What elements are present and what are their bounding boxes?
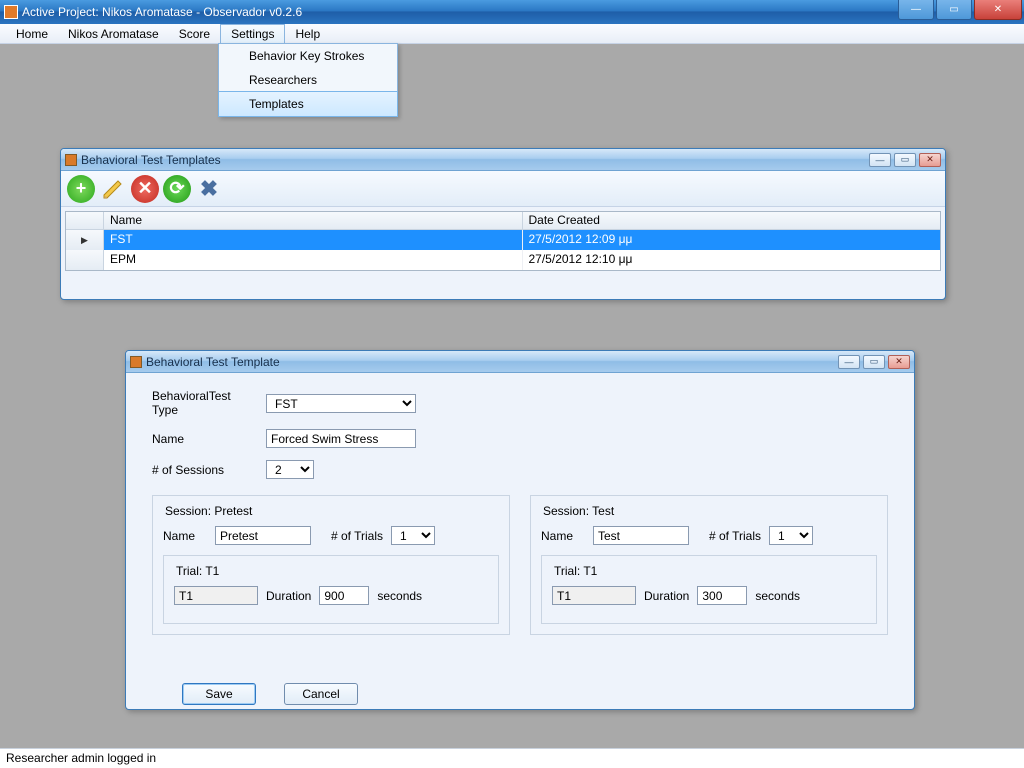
- label-s1-duration: Duration: [266, 589, 311, 603]
- s1-name-input[interactable]: [215, 526, 311, 545]
- s2-trial-name: [552, 586, 636, 605]
- s2-trial-legend: Trial: T1: [550, 564, 601, 578]
- form-close-button[interactable]: ✕: [888, 355, 910, 369]
- templates-grid: Name Date Created FST 27/5/2012 12:09 μμ…: [65, 211, 941, 271]
- s1-trial-name: [174, 586, 258, 605]
- client-area: Behavioral Test Templates — ▭ ✕ + ✕ ⟳ ✖: [0, 44, 1024, 748]
- sessions-select[interactable]: 2: [266, 460, 314, 479]
- menu-settings[interactable]: Settings: [220, 24, 285, 44]
- settings-dropdown: Behavior Key Strokes Researchers Templat…: [218, 43, 398, 117]
- menubar: Home Nikos Aromatase Score Settings Help: [0, 24, 1024, 44]
- templates-title: Behavioral Test Templates: [81, 153, 221, 167]
- toolbar-close-icon[interactable]: ✖: [195, 175, 223, 203]
- refresh-icon[interactable]: ⟳: [163, 175, 191, 203]
- menu-project[interactable]: Nikos Aromatase: [58, 24, 169, 43]
- templates-toolbar: + ✕ ⟳ ✖: [61, 171, 945, 207]
- templates-close-button[interactable]: ✕: [919, 153, 941, 167]
- cell-date: 27/5/2012 12:09 μμ: [523, 230, 941, 250]
- dd-researchers[interactable]: Researchers: [219, 68, 397, 92]
- templates-window: Behavioral Test Templates — ▭ ✕ + ✕ ⟳ ✖: [60, 148, 946, 300]
- table-row[interactable]: FST 27/5/2012 12:09 μμ: [66, 230, 940, 250]
- delete-icon[interactable]: ✕: [131, 175, 159, 203]
- label-s1-seconds: seconds: [377, 589, 422, 603]
- menu-help[interactable]: Help: [285, 24, 330, 43]
- form-icon: [65, 154, 77, 166]
- col-date[interactable]: Date Created: [523, 212, 941, 229]
- form-title: Behavioral Test Template: [146, 355, 280, 369]
- menu-home[interactable]: Home: [6, 24, 58, 43]
- window-title: Active Project: Nikos Aromatase - Observ…: [22, 5, 302, 19]
- minimize-button[interactable]: —: [898, 0, 934, 20]
- label-type: BehavioralTest Type: [152, 389, 258, 417]
- grid-header: Name Date Created: [66, 212, 940, 230]
- s1-duration-input[interactable]: [319, 586, 369, 605]
- add-icon[interactable]: +: [67, 175, 95, 203]
- label-s2-name: Name: [541, 529, 585, 543]
- app-icon: [4, 5, 18, 19]
- menu-score[interactable]: Score: [169, 24, 220, 43]
- cell-name: FST: [104, 230, 523, 250]
- session1-legend: Session: Pretest: [161, 504, 256, 518]
- type-select[interactable]: FST: [266, 394, 416, 413]
- s1-trials-select[interactable]: 1: [391, 526, 435, 545]
- cancel-button[interactable]: Cancel: [284, 683, 358, 705]
- label-name: Name: [152, 432, 258, 446]
- main-titlebar: Active Project: Nikos Aromatase - Observ…: [0, 0, 1024, 24]
- table-row[interactable]: EPM 27/5/2012 12:10 μμ: [66, 250, 940, 270]
- session2-fieldset: Session: Test Name # of Trials 1 Trial: …: [530, 495, 888, 635]
- form-min-button[interactable]: —: [838, 355, 860, 369]
- mdi-area: Behavioral Test Templates — ▭ ✕ + ✕ ⟳ ✖: [0, 44, 1024, 748]
- form-max-button[interactable]: ▭: [863, 355, 885, 369]
- name-input[interactable]: [266, 429, 416, 448]
- s2-trial-fieldset: Trial: T1 Duration seconds: [541, 555, 877, 624]
- session1-fieldset: Session: Pretest Name # of Trials 1 Tria…: [152, 495, 510, 635]
- templates-titlebar: Behavioral Test Templates — ▭ ✕: [61, 149, 945, 171]
- close-button[interactable]: ✕: [974, 0, 1022, 20]
- cell-date: 27/5/2012 12:10 μμ: [523, 250, 941, 270]
- s2-trials-select[interactable]: 1: [769, 526, 813, 545]
- label-s2-seconds: seconds: [755, 589, 800, 603]
- templates-min-button[interactable]: —: [869, 153, 891, 167]
- form-titlebar: Behavioral Test Template — ▭ ✕: [126, 351, 914, 373]
- dd-behavior-keystrokes[interactable]: Behavior Key Strokes: [219, 44, 397, 68]
- save-button[interactable]: Save: [182, 683, 256, 705]
- cell-name: EPM: [104, 250, 523, 270]
- label-s1-trials: # of Trials: [331, 529, 383, 543]
- main-window: Active Project: Nikos Aromatase - Observ…: [0, 0, 1024, 768]
- label-sessions: # of Sessions: [152, 463, 258, 477]
- session2-legend: Session: Test: [539, 504, 618, 518]
- statusbar: Researcher admin logged in: [0, 748, 1024, 768]
- col-name[interactable]: Name: [104, 212, 523, 229]
- edit-icon[interactable]: [99, 175, 127, 203]
- s2-name-input[interactable]: [593, 526, 689, 545]
- template-form-window: Behavioral Test Template — ▭ ✕ Behaviora…: [125, 350, 915, 710]
- s1-trial-fieldset: Trial: T1 Duration seconds: [163, 555, 499, 624]
- templates-max-button[interactable]: ▭: [894, 153, 916, 167]
- label-s2-duration: Duration: [644, 589, 689, 603]
- label-s2-trials: # of Trials: [709, 529, 761, 543]
- label-s1-name: Name: [163, 529, 207, 543]
- s2-duration-input[interactable]: [697, 586, 747, 605]
- maximize-button[interactable]: ▭: [936, 0, 972, 20]
- form-icon: [130, 356, 142, 368]
- dd-templates[interactable]: Templates: [218, 91, 398, 117]
- form-body: BehavioralTest Type FST Name # of Sessio…: [126, 373, 914, 721]
- s1-trial-legend: Trial: T1: [172, 564, 223, 578]
